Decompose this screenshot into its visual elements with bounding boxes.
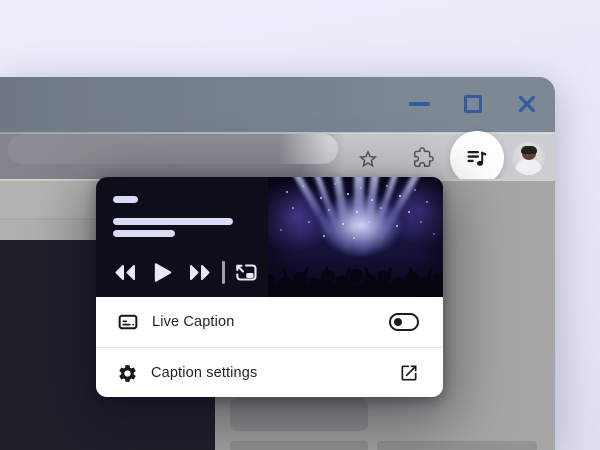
caption-settings-row[interactable]: Caption settings (96, 348, 443, 397)
next-track-icon (188, 262, 212, 283)
media-player-card (96, 177, 443, 297)
minimize-icon (409, 102, 430, 106)
skeleton-card (230, 398, 368, 431)
next-track-button[interactable] (188, 262, 212, 283)
address-bar[interactable] (8, 134, 338, 164)
star-icon (357, 148, 379, 170)
picture-in-picture-button[interactable] (232, 261, 260, 284)
artwork-vignette (268, 177, 443, 297)
minimize-button[interactable] (405, 94, 433, 114)
profile-avatar[interactable] (512, 142, 545, 175)
skeleton-card (377, 441, 537, 450)
open-in-new-icon (399, 363, 419, 383)
browser-window: Live Caption Caption settings (0, 77, 555, 450)
avatar-hair (521, 146, 537, 154)
play-button[interactable] (152, 261, 173, 284)
bookmark-star-button[interactable] (357, 148, 379, 175)
page-background: Live Caption Caption settings (0, 0, 600, 450)
closed-caption-icon (117, 311, 139, 333)
picture-in-picture-icon (232, 261, 260, 284)
maximize-icon (464, 95, 482, 113)
live-caption-row: Live Caption (96, 297, 443, 347)
close-button[interactable] (516, 93, 538, 115)
toggle-knob (394, 318, 402, 326)
extension-puzzle-icon (413, 147, 434, 168)
live-caption-label: Live Caption (152, 314, 234, 330)
play-icon (152, 261, 173, 284)
media-artist-skeleton (113, 230, 175, 237)
avatar-shirt (515, 159, 542, 175)
media-controls-button[interactable] (466, 147, 488, 174)
controls-divider (222, 261, 225, 284)
previous-track-icon (113, 262, 137, 283)
media-popup: Live Caption Caption settings (96, 177, 443, 397)
skeleton-card (230, 441, 368, 450)
media-track-skeleton (113, 218, 233, 225)
caption-settings-label: Caption settings (151, 365, 257, 381)
close-icon (517, 94, 537, 114)
extensions-button[interactable] (413, 147, 434, 173)
maximize-button[interactable] (462, 93, 484, 115)
live-caption-toggle[interactable] (389, 313, 419, 331)
media-playlist-note-icon (466, 147, 488, 169)
titlebar (0, 77, 555, 133)
settings-gear-icon (117, 363, 138, 384)
previous-track-button[interactable] (113, 262, 137, 283)
concert-artwork (268, 177, 443, 297)
media-title-skeleton (113, 196, 138, 203)
